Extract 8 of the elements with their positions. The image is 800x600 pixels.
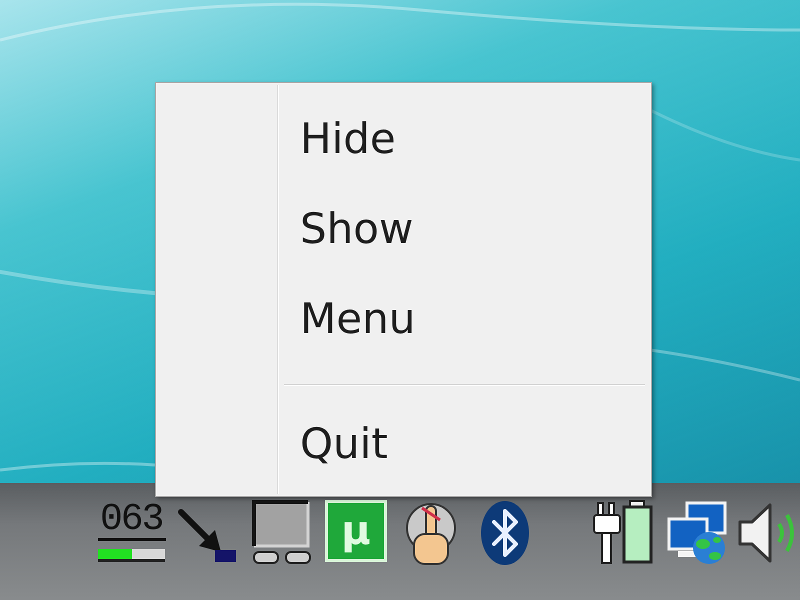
- menu-item[interactable]: Quit: [300, 398, 643, 488]
- meter-reading: 063: [98, 502, 166, 541]
- menu-item[interactable]: Show: [300, 183, 643, 273]
- menu-item[interactable]: Menu: [300, 273, 643, 363]
- monitor-icon[interactable]: [252, 500, 312, 565]
- menu-item[interactable]: Hide: [300, 93, 643, 183]
- bluetooth-icon[interactable]: [480, 500, 530, 566]
- plug-battery-icon[interactable]: [592, 500, 655, 565]
